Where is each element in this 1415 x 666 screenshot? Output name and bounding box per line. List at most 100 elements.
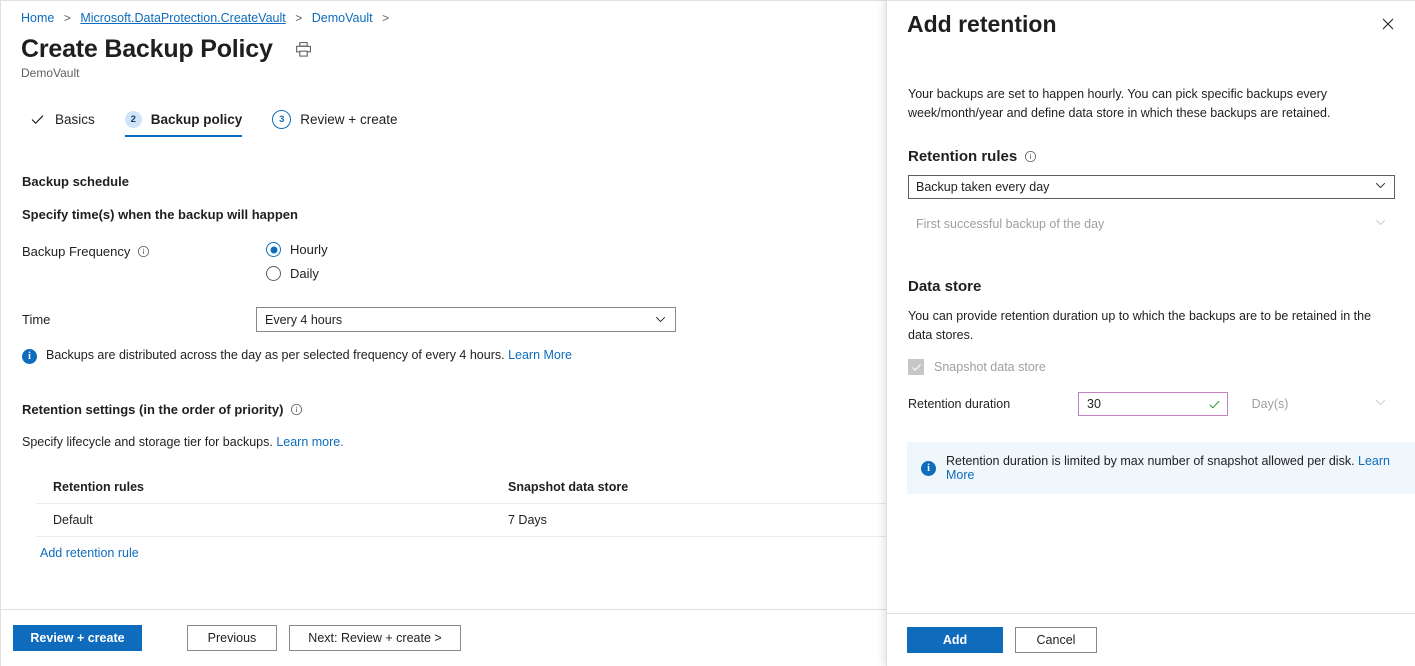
info-circle-icon: i	[921, 461, 936, 476]
checkbox-icon	[908, 359, 924, 375]
tab-label: Backup policy	[151, 112, 243, 127]
printer-icon[interactable]	[291, 36, 317, 62]
chevron-down-icon	[654, 313, 667, 326]
note-text: Retention duration is limited by max num…	[946, 454, 1355, 468]
app-root: Home > Microsoft.DataProtection.CreateVa…	[0, 0, 1415, 666]
data-store-heading: Data store	[908, 278, 1395, 295]
radio-label: Daily	[290, 266, 319, 281]
add-retention-rule-link[interactable]: Add retention rule	[40, 546, 886, 560]
add-retention-flyout: Add retention Your backups are set to ha…	[886, 0, 1415, 666]
info-circle-icon: i	[22, 349, 37, 364]
chevron-down-icon	[1374, 396, 1387, 412]
previous-button[interactable]: Previous	[187, 625, 277, 651]
time-field: Time Every 4 hours	[22, 307, 886, 332]
breadcrumb-item-home[interactable]: Home	[21, 11, 54, 25]
tab-basics[interactable]: Basics	[25, 107, 107, 137]
note-text: Backups are distributed across the day a…	[46, 348, 505, 362]
retention-rule-select-value: Backup taken every day	[916, 180, 1049, 194]
radio-hourly[interactable]: Hourly	[266, 242, 328, 257]
backup-schedule-subheading: Specify time(s) when the backup will hap…	[22, 207, 886, 222]
wizard-tabs: Basics 2 Backup policy 3 Review + create	[1, 80, 886, 138]
cell-snapshot-data-store: 7 Days	[491, 513, 791, 527]
column-header-retention-rules: Retention rules	[36, 480, 491, 494]
review-create-button[interactable]: Review + create	[13, 625, 142, 651]
step-number-badge: 3	[272, 110, 291, 129]
add-button[interactable]: Add	[907, 627, 1003, 653]
main-scroll-area: Home > Microsoft.DataProtection.CreateVa…	[1, 1, 886, 609]
retention-sub-label: Specify lifecycle and storage tier for b…	[22, 435, 273, 449]
time-select-value: Every 4 hours	[265, 313, 342, 327]
time-select[interactable]: Every 4 hours	[256, 307, 676, 332]
retention-duration-input[interactable]: 30	[1078, 392, 1228, 416]
chevron-down-icon	[1374, 179, 1387, 195]
info-icon[interactable]	[290, 403, 303, 416]
retention-rules-heading: Retention rules	[908, 148, 1395, 165]
radio-label: Hourly	[290, 242, 328, 257]
backup-frequency-label: Backup Frequency	[22, 242, 266, 259]
retention-sub-text: Specify lifecycle and storage tier for b…	[22, 435, 886, 449]
retention-limit-note: i Retention duration is limited by max n…	[907, 442, 1415, 494]
column-header-snapshot-data-store: Snapshot data store	[491, 480, 791, 494]
check-icon	[29, 111, 46, 128]
table-row[interactable]: Default 7 Days	[36, 504, 886, 537]
learn-more-link[interactable]: Learn more.	[276, 435, 343, 449]
retention-duration-row: Retention duration 30 Day(s)	[908, 392, 1395, 416]
chevron-down-icon	[1374, 216, 1387, 232]
retention-rule-secondary-select: First successful backup of the day	[908, 212, 1395, 236]
data-store-description: You can provide retention duration up to…	[908, 307, 1395, 345]
create-backup-policy-panel: Home > Microsoft.DataProtection.CreateVa…	[0, 0, 886, 666]
flyout-description: Your backups are set to happen hourly. Y…	[908, 85, 1395, 123]
close-icon[interactable]	[1373, 9, 1403, 39]
page-title: Create Backup Policy	[21, 33, 273, 65]
breadcrumb-separator: >	[64, 11, 71, 25]
note-text-wrap: Retention duration is limited by max num…	[946, 454, 1401, 482]
check-icon	[1208, 398, 1221, 411]
backup-policy-form: Backup schedule Specify time(s) when the…	[1, 138, 886, 560]
breadcrumb-item-createvault[interactable]: Microsoft.DataProtection.CreateVault	[80, 11, 285, 25]
retention-rule-secondary-value: First successful backup of the day	[916, 217, 1104, 231]
retention-rules-heading-text: Retention rules	[908, 148, 1017, 165]
title-row: Create Backup Policy	[1, 27, 886, 65]
retention-rules-table: Retention rules Snapshot data store Defa…	[36, 471, 886, 537]
info-icon[interactable]	[137, 245, 150, 258]
info-icon[interactable]	[1024, 150, 1037, 163]
page-subtitle: DemoVault	[1, 65, 886, 80]
cancel-button[interactable]: Cancel	[1015, 627, 1097, 653]
tab-backup-policy[interactable]: 2 Backup policy	[121, 107, 255, 137]
retention-duration-unit-select: Day(s)	[1244, 392, 1395, 416]
flyout-header: Add retention	[887, 1, 1415, 39]
snapshot-data-store-checkbox-row: Snapshot data store	[908, 359, 1395, 375]
retention-settings-section: Retention settings (in the order of prio…	[22, 402, 886, 560]
time-label: Time	[22, 312, 256, 327]
breadcrumb-item-demovault[interactable]: DemoVault	[312, 11, 373, 25]
backup-frequency-radio-group: Hourly Daily	[266, 242, 328, 281]
backup-distribution-note: i Backups are distributed across the day…	[22, 348, 886, 364]
retention-rule-select[interactable]: Backup taken every day	[908, 175, 1395, 199]
radio-daily[interactable]: Daily	[266, 266, 328, 281]
tab-review-create[interactable]: 3 Review + create	[268, 106, 409, 138]
learn-more-link[interactable]: Learn More	[508, 348, 572, 362]
radio-indicator	[266, 242, 281, 257]
main-footer: Review + create Previous Next: Review + …	[1, 609, 886, 666]
breadcrumb-separator: >	[295, 11, 302, 25]
snapshot-data-store-label: Snapshot data store	[934, 360, 1046, 374]
tab-label: Basics	[55, 112, 95, 127]
retention-settings-heading: Retention settings (in the order of prio…	[22, 402, 886, 417]
table-header-row: Retention rules Snapshot data store	[36, 471, 886, 504]
retention-duration-label: Retention duration	[908, 397, 1078, 411]
retention-heading-text: Retention settings (in the order of prio…	[22, 402, 283, 417]
flyout-footer: Add Cancel	[887, 613, 1415, 666]
retention-duration-unit-value: Day(s)	[1252, 397, 1289, 411]
field-label-text: Backup Frequency	[22, 244, 130, 259]
note-text-wrap: Backups are distributed across the day a…	[46, 348, 572, 362]
tab-label: Review + create	[300, 112, 397, 127]
backup-schedule-heading: Backup schedule	[22, 174, 886, 189]
flyout-title: Add retention	[907, 9, 1057, 39]
cell-retention-rule: Default	[36, 513, 491, 527]
next-review-create-button[interactable]: Next: Review + create >	[289, 625, 461, 651]
flyout-body: Your backups are set to happen hourly. Y…	[887, 39, 1415, 613]
retention-duration-value: 30	[1087, 397, 1101, 411]
backup-frequency-field: Backup Frequency Hourly	[22, 242, 886, 281]
breadcrumb: Home > Microsoft.DataProtection.CreateVa…	[1, 1, 886, 27]
breadcrumb-separator: >	[382, 11, 389, 25]
